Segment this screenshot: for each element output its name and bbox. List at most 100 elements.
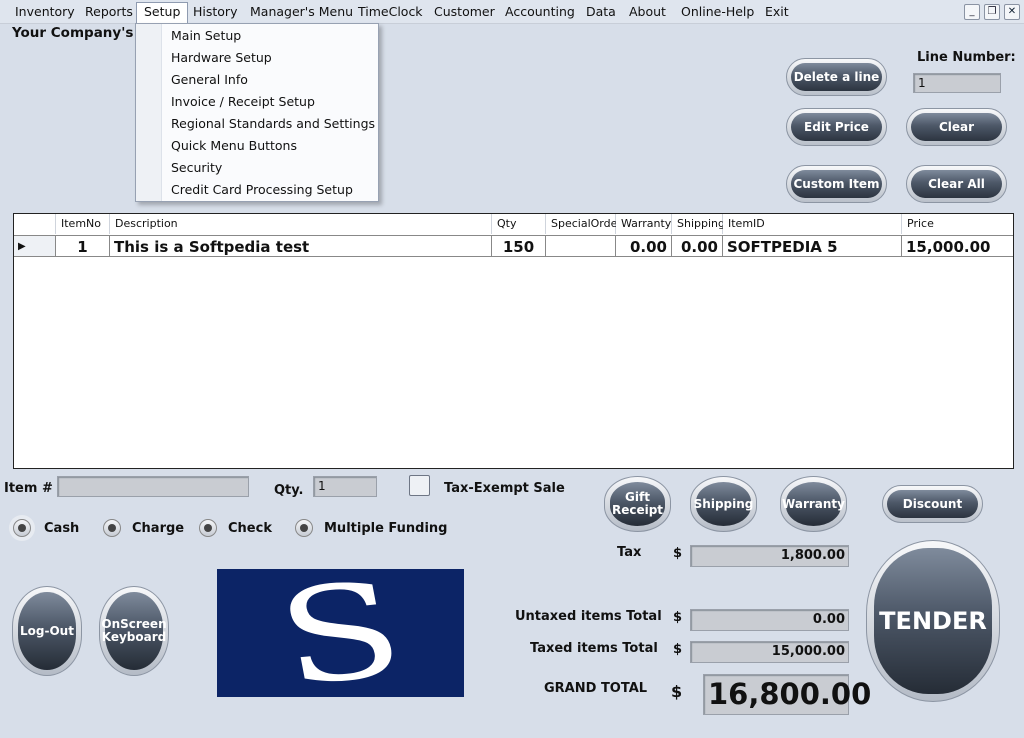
- menu-item-security[interactable]: Security: [171, 157, 222, 179]
- cell-itemno[interactable]: 1: [56, 235, 110, 257]
- grid-row-header-corner: [14, 214, 56, 234]
- radio-charge[interactable]: [103, 519, 121, 537]
- radio-multiple-funding-label[interactable]: Multiple Funding: [324, 521, 448, 536]
- radio-dot-icon: [204, 524, 212, 532]
- clear-button-label: Clear: [911, 113, 1002, 141]
- menu-item-regional-standards[interactable]: Regional Standards and Settings: [171, 113, 375, 135]
- custom-item-button-label: Custom Item: [791, 170, 882, 198]
- radio-check-label[interactable]: Check: [228, 521, 272, 536]
- radio-multiple-funding[interactable]: [295, 519, 313, 537]
- item-number-label: Item #: [4, 481, 53, 496]
- edit-price-button[interactable]: Edit Price: [786, 108, 887, 146]
- discount-button[interactable]: Discount: [882, 485, 983, 523]
- close-icon[interactable]: ✕: [1004, 4, 1020, 20]
- gift-receipt-button[interactable]: Gift Receipt: [604, 476, 671, 532]
- radio-dot-icon: [300, 524, 308, 532]
- cell-description[interactable]: This is a Softpedia test: [110, 235, 492, 257]
- untaxed-total-value: 0.00: [690, 609, 849, 631]
- menu-exit[interactable]: Exit: [762, 3, 792, 23]
- tax-exempt-label: Tax-Exempt Sale: [444, 481, 565, 496]
- cell-specialorder[interactable]: [546, 235, 616, 257]
- taxed-total-label: Taxed items Total: [530, 641, 658, 656]
- column-header-specialorder[interactable]: SpecialOrder: [546, 214, 622, 234]
- tax-exempt-checkbox[interactable]: [409, 475, 430, 496]
- menu-item-main-setup[interactable]: Main Setup: [171, 25, 241, 47]
- menu-accounting[interactable]: Accounting: [502, 3, 578, 23]
- menu-managers-menu[interactable]: Manager's Menu: [247, 3, 356, 23]
- cell-shipping[interactable]: 0.00: [672, 235, 723, 257]
- menu-data[interactable]: Data: [583, 3, 619, 23]
- taxed-total-value: 15,000.00: [690, 641, 849, 663]
- tax-label: Tax: [617, 545, 642, 560]
- company-logo: S: [217, 569, 464, 697]
- column-header-price[interactable]: Price: [902, 214, 1013, 234]
- cell-price[interactable]: 15,000.00: [902, 235, 1013, 257]
- menu-bar: Inventory Reports Setup History Manager'…: [0, 0, 1024, 24]
- column-header-description[interactable]: Description: [110, 214, 492, 234]
- column-header-shipping[interactable]: Shipping: [672, 214, 725, 234]
- item-number-input[interactable]: [57, 476, 249, 497]
- delete-line-button[interactable]: Delete a line: [786, 58, 887, 96]
- tax-currency: $: [673, 546, 683, 561]
- untaxed-total-label: Untaxed items Total: [515, 609, 662, 624]
- clear-button[interactable]: Clear: [906, 108, 1007, 146]
- qty-label: Qty.: [274, 483, 304, 498]
- grand-total-currency: $: [671, 682, 683, 701]
- menu-timeclock[interactable]: TimeClock: [355, 3, 426, 23]
- clear-all-button[interactable]: Clear All: [906, 165, 1007, 203]
- radio-charge-label[interactable]: Charge: [132, 521, 184, 536]
- cell-itemid[interactable]: SOFTPEDIA 5: [723, 235, 902, 257]
- menu-setup[interactable]: Setup: [136, 2, 189, 24]
- radio-dot-icon: [108, 524, 116, 532]
- cell-qty[interactable]: 150: [492, 235, 546, 257]
- tax-value: 1,800.00: [690, 545, 849, 567]
- column-header-warranty[interactable]: Warranty: [616, 214, 672, 234]
- sale-items-grid[interactable]: ItemNo Description Qty SpecialOrder Warr…: [13, 213, 1014, 469]
- warranty-button-label: Warranty: [782, 482, 845, 526]
- onscreen-keyboard-button-label: OnScreen Keyboard: [101, 592, 167, 670]
- column-header-itemid[interactable]: ItemID: [723, 214, 902, 234]
- menu-online-help[interactable]: Online-Help: [678, 3, 757, 23]
- menu-item-credit-card-processing[interactable]: Credit Card Processing Setup: [171, 179, 353, 201]
- radio-selected-dot-icon: [18, 524, 26, 532]
- minimize-icon[interactable]: _: [964, 4, 980, 20]
- menu-item-hardware-setup[interactable]: Hardware Setup: [171, 47, 272, 69]
- menu-inventory[interactable]: Inventory: [12, 3, 78, 23]
- grand-total-label: GRAND TOTAL: [544, 681, 648, 696]
- qty-input[interactable]: 1: [313, 476, 377, 497]
- untaxed-currency: $: [673, 610, 683, 625]
- tender-button-label: TENDER: [874, 548, 992, 694]
- menu-history[interactable]: History: [190, 3, 240, 23]
- logo-letter: S: [266, 569, 415, 697]
- column-header-itemno[interactable]: ItemNo: [56, 214, 110, 234]
- line-number-field[interactable]: 1: [913, 73, 1001, 93]
- menu-item-general-info[interactable]: General Info: [171, 69, 248, 91]
- radio-cash[interactable]: [13, 519, 31, 537]
- logout-button-label: Log-Out: [18, 592, 76, 670]
- tender-button[interactable]: TENDER: [866, 540, 1000, 702]
- logout-button[interactable]: Log-Out: [12, 586, 82, 676]
- warranty-button[interactable]: Warranty: [780, 476, 847, 532]
- setup-menu-dropdown: Main Setup Hardware Setup General Info I…: [135, 23, 379, 202]
- clear-all-button-label: Clear All: [911, 170, 1002, 198]
- column-header-qty[interactable]: Qty: [492, 214, 546, 234]
- edit-price-button-label: Edit Price: [791, 113, 882, 141]
- custom-item-button[interactable]: Custom Item: [786, 165, 887, 203]
- menu-item-invoice-receipt-setup[interactable]: Invoice / Receipt Setup: [171, 91, 315, 113]
- shipping-button[interactable]: Shipping: [690, 476, 757, 532]
- taxed-currency: $: [673, 642, 683, 657]
- discount-button-label: Discount: [887, 490, 978, 518]
- shipping-button-label: Shipping: [694, 482, 753, 526]
- radio-cash-label[interactable]: Cash: [44, 521, 79, 536]
- menu-reports[interactable]: Reports: [82, 3, 136, 23]
- cell-warranty[interactable]: 0.00: [616, 235, 672, 257]
- grand-total-value: 16,800.00: [703, 674, 871, 715]
- menu-item-quick-menu-buttons[interactable]: Quick Menu Buttons: [171, 135, 297, 157]
- onscreen-keyboard-button[interactable]: OnScreen Keyboard: [99, 586, 169, 676]
- gift-receipt-button-label: Gift Receipt: [610, 482, 665, 526]
- menu-about[interactable]: About: [626, 3, 669, 23]
- menu-customer[interactable]: Customer: [431, 3, 498, 23]
- row-selector-arrow-icon[interactable]: ▶: [14, 235, 56, 257]
- restore-icon[interactable]: ❐: [984, 4, 1000, 20]
- radio-check[interactable]: [199, 519, 217, 537]
